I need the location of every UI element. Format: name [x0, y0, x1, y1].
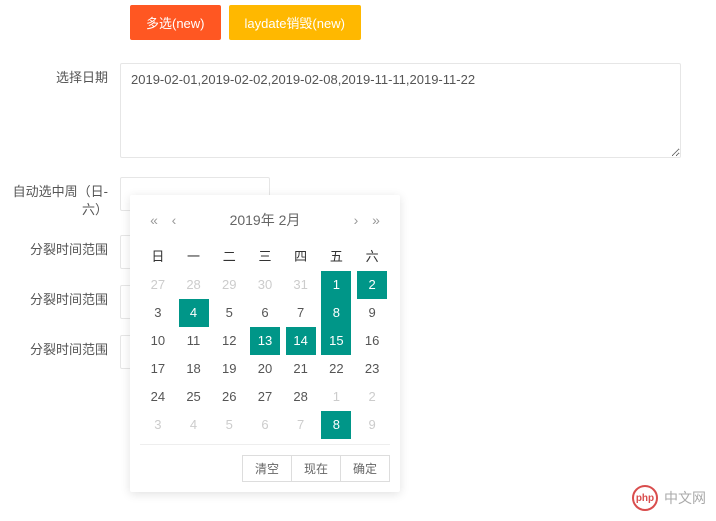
datepicker-panel: « ‹ 2019年 2月 › » 日一二三四五六 272829303112345…: [130, 195, 400, 492]
day-cell[interactable]: 14: [286, 327, 316, 355]
day-cell[interactable]: 3: [143, 299, 173, 327]
day-cell[interactable]: 9: [357, 411, 387, 439]
day-cell[interactable]: 4: [179, 299, 209, 327]
day-row: 242526272812: [140, 383, 390, 411]
day-cell[interactable]: 6: [250, 411, 280, 439]
day-cell[interactable]: 17: [143, 355, 173, 383]
day-cell[interactable]: 30: [250, 271, 280, 299]
weekday-cell: 四: [283, 240, 319, 271]
day-cell[interactable]: 28: [179, 271, 209, 299]
day-cell[interactable]: 8: [321, 299, 351, 327]
datepicker-footer: 清空 现在 确定: [140, 444, 390, 482]
day-cell[interactable]: 18: [179, 355, 209, 383]
day-cell[interactable]: 8: [321, 411, 351, 439]
day-cell[interactable]: 6: [250, 299, 280, 327]
label-select-date: 选择日期: [0, 63, 120, 87]
datepicker-title[interactable]: 2019年 2月: [184, 210, 346, 230]
now-button[interactable]: 现在: [291, 455, 341, 482]
day-cell[interactable]: 1: [321, 383, 351, 411]
day-cell[interactable]: 16: [357, 327, 387, 355]
day-cell[interactable]: 2: [357, 383, 387, 411]
day-cell[interactable]: 4: [179, 411, 209, 439]
weekday-cell: 三: [247, 240, 283, 271]
day-row: 272829303112: [140, 271, 390, 299]
day-row: 3456789: [140, 411, 390, 439]
day-row: 10111213141516: [140, 327, 390, 355]
day-cell[interactable]: 24: [143, 383, 173, 411]
day-cell[interactable]: 28: [286, 383, 316, 411]
day-cell[interactable]: 5: [214, 299, 244, 327]
day-cell[interactable]: 5: [214, 411, 244, 439]
day-cell[interactable]: 29: [214, 271, 244, 299]
day-cell[interactable]: 9: [357, 299, 387, 327]
day-cell[interactable]: 11: [179, 327, 209, 355]
weekday-cell: 二: [211, 240, 247, 271]
next-month-icon[interactable]: ›: [346, 212, 366, 228]
day-cell[interactable]: 1: [321, 271, 351, 299]
weekday-row: 日一二三四五六: [140, 240, 390, 271]
day-cell[interactable]: 20: [250, 355, 280, 383]
brand-logo-icon: php: [632, 485, 658, 511]
clear-button[interactable]: 清空: [242, 455, 292, 482]
day-cell[interactable]: 31: [286, 271, 316, 299]
datepicker-grid: 日一二三四五六 27282930311234567891011121314151…: [140, 240, 390, 439]
day-cell[interactable]: 23: [357, 355, 387, 383]
day-cell[interactable]: 7: [286, 411, 316, 439]
prev-month-icon[interactable]: ‹: [164, 212, 184, 228]
day-cell[interactable]: 27: [143, 271, 173, 299]
multi-select-button[interactable]: 多选(new): [130, 5, 221, 40]
day-cell[interactable]: 7: [286, 299, 316, 327]
day-cell[interactable]: 22: [321, 355, 351, 383]
top-button-row: 多选(new) laydate销毁(new): [0, 0, 716, 55]
next-year-icon[interactable]: »: [366, 212, 386, 228]
day-cell[interactable]: 19: [214, 355, 244, 383]
label-auto-week: 自动选中周（日-六）: [0, 177, 120, 219]
day-cell[interactable]: 26: [214, 383, 244, 411]
confirm-button[interactable]: 确定: [340, 455, 390, 482]
weekday-cell: 一: [176, 240, 212, 271]
day-cell[interactable]: 25: [179, 383, 209, 411]
label-split-range-1: 分裂时间范围: [0, 235, 120, 259]
weekday-cell: 六: [354, 240, 390, 271]
day-cell[interactable]: 12: [214, 327, 244, 355]
weekday-cell: 日: [140, 240, 176, 271]
brand-name: 中文网: [664, 488, 706, 508]
brand-badge: php 中文网: [632, 485, 706, 511]
datepicker-header: « ‹ 2019年 2月 › »: [140, 205, 390, 240]
date-textarea[interactable]: [120, 63, 681, 158]
day-row: 17181920212223: [140, 355, 390, 383]
day-cell[interactable]: 27: [250, 383, 280, 411]
day-cell[interactable]: 21: [286, 355, 316, 383]
day-cell[interactable]: 13: [250, 327, 280, 355]
weekday-cell: 五: [319, 240, 355, 271]
day-cell[interactable]: 15: [321, 327, 351, 355]
day-cell[interactable]: 10: [143, 327, 173, 355]
row-select-date: 选择日期: [0, 55, 716, 169]
day-cell[interactable]: 2: [357, 271, 387, 299]
day-row: 3456789: [140, 299, 390, 327]
laydate-destroy-button[interactable]: laydate销毁(new): [229, 5, 361, 40]
label-split-range-3: 分裂时间范围: [0, 335, 120, 359]
day-cell[interactable]: 3: [143, 411, 173, 439]
label-split-range-2: 分裂时间范围: [0, 285, 120, 309]
prev-year-icon[interactable]: «: [144, 212, 164, 228]
